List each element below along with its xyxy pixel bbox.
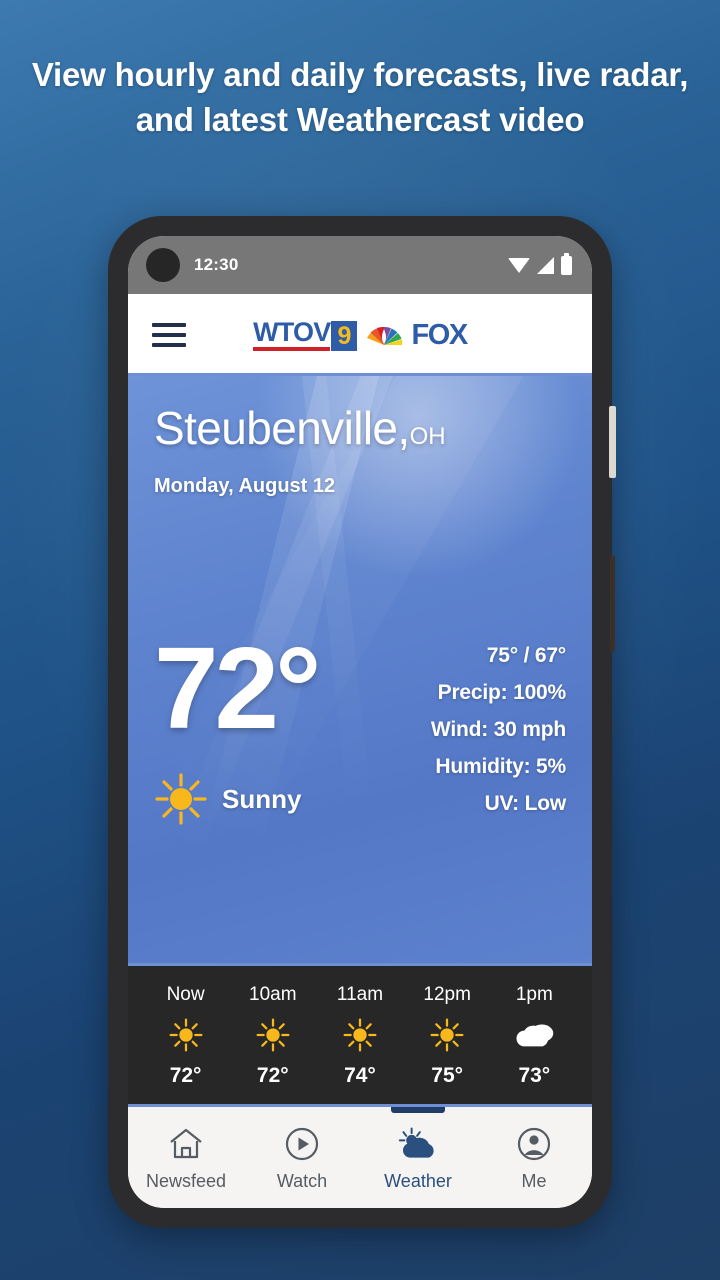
hamburger-menu-icon[interactable] [152,323,186,347]
hourly-temp: 74° [344,1064,376,1087]
channel-number: 9 [331,321,358,351]
current-date: Monday, August 12 [154,475,336,497]
nav-label: Weather [384,1170,452,1191]
hamburger-line-1 [152,323,186,327]
hamburger-line-3 [152,343,186,347]
condition-row: Sunny [154,772,317,826]
wifi-icon [508,257,530,273]
current-temperature: 72° [154,623,321,753]
stat-uv: UV: Low [484,792,567,815]
sun-icon [255,1017,291,1053]
status-icons [508,252,572,275]
hourly-forecast-strip[interactable]: Now 72° 10am 72° 11am 74° 12pm 75° 1pm 7… [128,963,592,1104]
volume-button[interactable] [610,556,615,652]
power-button[interactable] [609,406,616,478]
sun-icon [168,1017,204,1053]
hourly-item[interactable]: 11am 74° [328,984,392,1088]
hourly-temp: 75° [431,1064,464,1087]
hamburger-line-2 [152,333,186,337]
temperature-block: 72° Sunny [154,623,321,826]
nav-label: Me [521,1170,547,1191]
hourly-temp: 72° [256,1064,289,1087]
nav-tab-watch[interactable]: Watch [244,1107,360,1208]
state-label: OH [409,423,446,450]
stat-high-low: 75° / 67° [486,644,566,667]
battery-icon [561,252,572,275]
nav-label: Watch [276,1170,328,1191]
hourly-time: 10am [249,984,297,1005]
sun-cloud-icon [398,1124,438,1164]
status-bar: 12:30 [128,236,592,294]
bottom-navigation: Newsfeed Watch Weather Me [128,1104,592,1208]
camera-punch-hole [146,248,180,282]
nbc-peacock-icon [367,326,403,345]
status-time: 12:30 [194,255,239,274]
play-circle-icon [285,1124,319,1164]
wtov-wordmark: WTOV [253,319,331,351]
city-name[interactable]: Steubenville,OH [154,402,566,463]
hourly-item[interactable]: Now 72° [154,984,218,1088]
person-circle-icon [517,1124,551,1164]
station-logo: WTOV 9 FOX [128,294,592,376]
sun-icon [342,1017,378,1053]
hourly-time: Now [166,984,205,1005]
stat-wind: Wind: 30 mph [430,718,566,741]
cloud-icon [513,1017,555,1053]
hourly-time: 12pm [423,984,471,1005]
hourly-item[interactable]: 1pm 73° [502,984,566,1088]
cell-signal-icon [537,256,554,274]
stat-humidity: Humidity: 5% [435,755,566,778]
sun-icon [155,773,207,825]
app-header: WTOV 9 FOX [128,294,592,376]
weather-stats: 75° / 67° Precip: 100% Wind: 30 mph Humi… [431,636,566,816]
nav-label: Newsfeed [145,1170,227,1191]
wtov-lockup: WTOV 9 [253,319,358,351]
condition-label: Sunny [222,783,302,814]
city-label: Steubenville, [154,402,410,454]
home-icon [168,1124,204,1164]
nav-tab-newsfeed[interactable]: Newsfeed [128,1107,244,1208]
current-weather-panel: Steubenville,OH Monday, August 12 72° Su… [128,376,592,963]
hourly-item[interactable]: 10am 72° [241,984,305,1088]
hourly-time: 1pm [515,984,553,1005]
hourly-temp: 73° [518,1064,551,1087]
phone-mockup: 12:30 WTOV 9 FOX Steubenville,OH Monday,… [108,216,616,1228]
nav-tab-me[interactable]: Me [476,1107,592,1208]
stat-precip: Precip: 100% [437,681,567,704]
fox-wordmark: FOX [411,318,468,351]
hourly-item[interactable]: 12pm 75° [415,984,479,1088]
nav-tab-weather[interactable]: Weather [360,1107,476,1208]
phone-screen: 12:30 WTOV 9 FOX Steubenville,OH Monday,… [128,236,592,1208]
active-tab-indicator [391,1107,445,1113]
current-conditions: 72° Sunny 75° / 67° Precip: 100% Wind: 3… [154,623,566,826]
promo-headline: View hourly and daily forecasts, live ra… [31,56,689,138]
hourly-time: 11am [336,984,384,1005]
sun-icon [429,1017,465,1053]
hourly-temp: 72° [169,1064,202,1087]
